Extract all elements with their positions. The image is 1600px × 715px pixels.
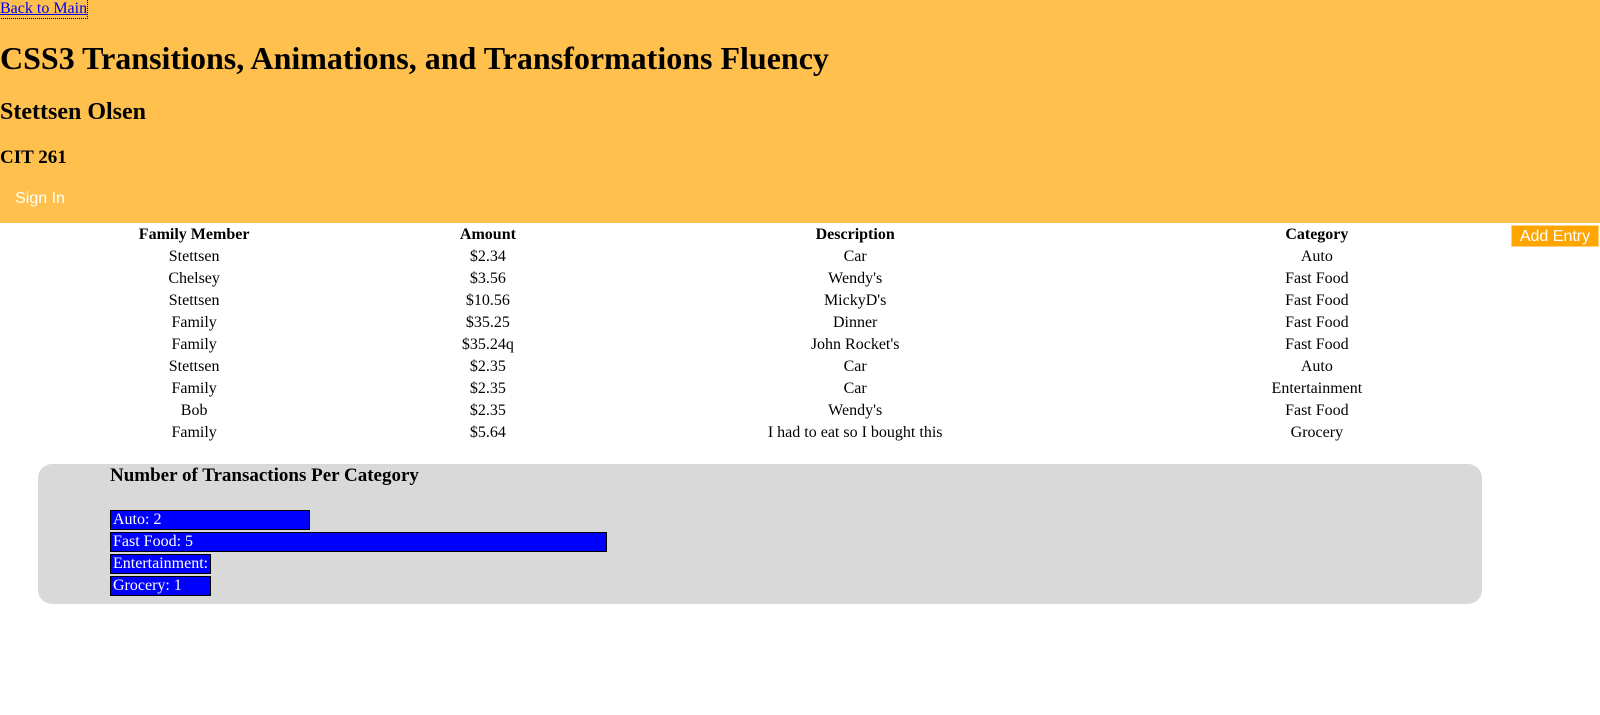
cell-family-member: Bob <box>180 402 208 419</box>
cell-category: Entertainment <box>1271 380 1363 397</box>
table-row: Chelsey $3.56 Wendy's Fast Food <box>0 268 1511 290</box>
cell-family-member: Family <box>171 336 217 353</box>
table-header-row: Family Member Amount Description Categor… <box>0 224 1511 246</box>
column-header-category: Category <box>1285 226 1349 243</box>
cell-family-member: Stettsen <box>168 292 220 309</box>
column-header-description: Description <box>815 226 895 243</box>
cell-amount: $35.24q <box>461 336 514 353</box>
back-to-main-link[interactable]: Back to Main <box>0 0 89 19</box>
cell-amount: $35.25 <box>465 314 510 331</box>
cell-category: Fast Food <box>1285 292 1349 309</box>
cell-amount: $2.35 <box>469 380 506 397</box>
column-header-family-member: Family Member <box>138 226 250 243</box>
cell-description: I had to eat so I bought this <box>767 424 943 441</box>
cell-amount: $2.35 <box>469 402 506 419</box>
cell-category: Fast Food <box>1285 270 1349 287</box>
cell-amount: $3.56 <box>469 270 506 287</box>
cell-category: Fast Food <box>1285 336 1349 353</box>
cell-category: Auto <box>1300 248 1333 265</box>
cell-amount: $5.64 <box>469 424 506 441</box>
cell-description: Car <box>843 358 867 375</box>
table-row: Family $5.64 I had to eat so I bought this… <box>0 422 1511 444</box>
cell-amount: $2.34 <box>469 248 506 265</box>
cell-family-member: Chelsey <box>168 270 220 287</box>
cell-description: Car <box>843 380 867 397</box>
cell-description: John Rocket's <box>810 336 900 353</box>
author-name: Stettsen Olsen <box>0 99 146 125</box>
table-row: Family $35.24q John Rocket's Fast Food <box>0 334 1511 356</box>
table-row: Stettsen $2.34 Car Auto <box>0 246 1511 268</box>
cell-family-member: Stettsen <box>168 248 220 265</box>
chart-bar: Grocery: 1 <box>110 576 211 596</box>
cell-amount: $2.35 <box>469 358 506 375</box>
table-row: Family $35.25 Dinner Fast Food <box>0 312 1511 334</box>
cell-category: Auto <box>1300 358 1333 375</box>
table-row: Family $2.35 Car Entertainment <box>0 378 1511 400</box>
table-row: Stettsen $2.35 Car Auto <box>0 356 1511 378</box>
add-entry-button[interactable]: Add Entry <box>1511 225 1599 247</box>
cell-description: Car <box>843 248 867 265</box>
page-header: Back to Main CSS3 Transitions, Animation… <box>0 0 1600 223</box>
cell-category: Fast Food <box>1285 402 1349 419</box>
cell-description: Wendy's <box>828 270 883 287</box>
sign-in-button[interactable]: Sign In <box>0 186 80 212</box>
cell-category: Fast Food <box>1285 314 1349 331</box>
cell-family-member: Stettsen <box>168 358 220 375</box>
cell-family-member: Family <box>171 380 217 397</box>
column-header-amount: Amount <box>459 226 516 243</box>
course-code: CIT 261 <box>0 147 67 168</box>
transactions-chart-panel: Number of Transactions Per Category Auto… <box>38 464 1482 604</box>
chart-bar: Fast Food: 5 <box>110 532 607 552</box>
chart-title: Number of Transactions Per Category <box>110 465 419 486</box>
cell-description: MickyD's <box>823 292 887 309</box>
cell-family-member: Family <box>171 424 217 441</box>
table-row: Bob $2.35 Wendy's Fast Food <box>0 400 1511 422</box>
page-title: CSS3 Transitions, Animations, and Transf… <box>0 40 829 76</box>
chart-bar: Entertainment: 1 <box>110 554 211 590</box>
cell-category: Grocery <box>1290 424 1344 441</box>
table-row: Stettsen $10.56 MickyD's Fast Food <box>0 290 1511 312</box>
cell-amount: $10.56 <box>465 292 510 309</box>
transactions-table: Family Member Amount Description Categor… <box>0 224 1511 444</box>
cell-description: Wendy's <box>828 402 883 419</box>
chart-bar: Auto: 2 <box>110 510 310 530</box>
cell-description: Dinner <box>832 314 878 331</box>
cell-family-member: Family <box>171 314 217 331</box>
